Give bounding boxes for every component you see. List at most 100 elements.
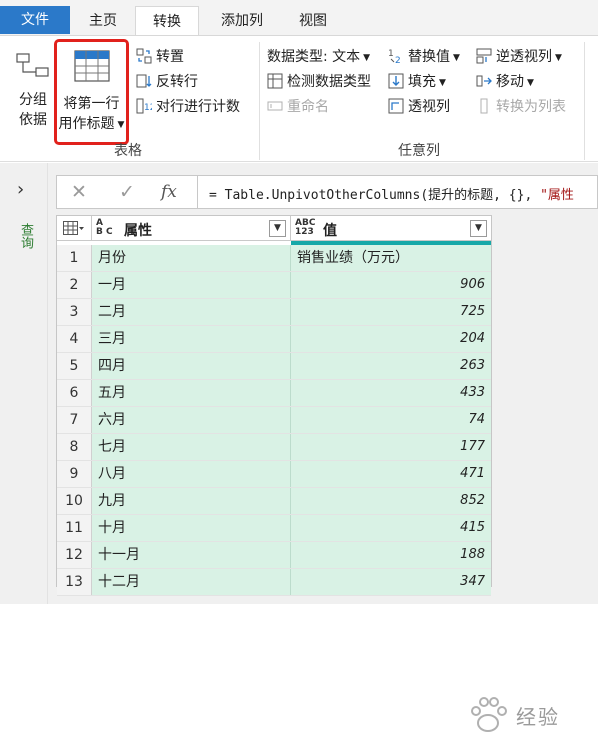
cancel-icon[interactable]: ✕	[71, 181, 87, 203]
group-by-label-2: 依据	[19, 112, 47, 128]
unpivot-columns-button[interactable]: 逆透视列 ▼	[476, 46, 562, 68]
reverse-rows-button[interactable]: 反转行	[136, 71, 198, 93]
row-number[interactable]: 13	[57, 569, 92, 595]
convert-to-list-button[interactable]: 转换为列表	[476, 96, 566, 118]
pivot-column-button[interactable]: 透视列	[388, 96, 450, 118]
table-row[interactable]: 7 六月 74	[57, 407, 491, 434]
row-number[interactable]: 10	[57, 488, 92, 514]
table-row[interactable]: 3 二月 725	[57, 299, 491, 326]
cell-value[interactable]: 263	[291, 353, 491, 379]
data-type-dropdown[interactable]: 数据类型: 文本 ▼	[267, 46, 370, 68]
table-row[interactable]: 13 十二月 347	[57, 569, 491, 596]
cell-value[interactable]: 177	[291, 434, 491, 460]
cell-value[interactable]: 188	[291, 542, 491, 568]
table-row[interactable]: 2 一月 906	[57, 272, 491, 299]
text-type-icon[interactable]: AB C	[96, 219, 113, 237]
pivot-column-icon	[388, 98, 404, 114]
cell-value[interactable]: 906	[291, 272, 491, 298]
table-row[interactable]: 8 七月 177	[57, 434, 491, 461]
row-number[interactable]: 1	[57, 245, 92, 271]
any-type-icon[interactable]: ABC 123	[295, 219, 315, 237]
replace-values-button[interactable]: 12 替换值 ▼	[388, 46, 460, 68]
tab-add-column[interactable]: 添加列	[205, 6, 279, 36]
table-row[interactable]: 12 十一月 188	[57, 542, 491, 569]
paw-logo-icon	[471, 697, 507, 732]
ribbon: 分组 依据 将第一行 用作标题▼ 转置 反转行 12 对行进行	[0, 35, 598, 162]
cell-value[interactable]: 415	[291, 515, 491, 541]
cell-attribute[interactable]: 十二月	[92, 569, 291, 595]
table-row[interactable]: 6 五月 433	[57, 380, 491, 407]
row-number[interactable]: 12	[57, 542, 92, 568]
row-number[interactable]: 5	[57, 353, 92, 379]
cell-attribute[interactable]: 十月	[92, 515, 291, 541]
column-header-attribute[interactable]: AB C 属性 ▼	[92, 216, 291, 241]
tab-view[interactable]: 视图	[285, 6, 341, 36]
formula-input[interactable]: = Table.UnpivotOtherColumns(提升的标题, {}, "…	[209, 184, 574, 203]
expand-chevron-icon[interactable]: ›	[17, 179, 24, 200]
transpose-button[interactable]: 转置	[136, 46, 184, 68]
column-header-value[interactable]: ABC 123 值 ▼	[291, 216, 491, 241]
cell-attribute[interactable]: 五月	[92, 380, 291, 406]
cell-attribute[interactable]: 八月	[92, 461, 291, 487]
cell-attribute[interactable]: 三月	[92, 326, 291, 352]
table-row[interactable]: 4 三月 204	[57, 326, 491, 353]
row-number[interactable]: 6	[57, 380, 92, 406]
use-first-row-label-2: 用作标题 ▼	[58, 116, 125, 132]
group-divider	[584, 42, 585, 160]
confirm-icon[interactable]: ✓	[119, 181, 135, 203]
row-number[interactable]: 7	[57, 407, 92, 433]
move-icon	[476, 73, 492, 89]
count-rows-button[interactable]: 12 对行进行计数	[136, 96, 240, 118]
row-number[interactable]: 3	[57, 299, 92, 325]
row-number[interactable]: 4	[57, 326, 92, 352]
row-number[interactable]: 11	[57, 515, 92, 541]
cell-value[interactable]: 433	[291, 380, 491, 406]
queries-pane-label[interactable]: 查询	[16, 223, 35, 249]
table-row[interactable]: 1 月份 销售业绩（万元）	[57, 245, 491, 272]
cell-attribute[interactable]: 四月	[92, 353, 291, 379]
tab-file[interactable]: 文件	[0, 6, 70, 34]
cell-value[interactable]: 204	[291, 326, 491, 352]
detect-data-type-icon	[267, 73, 283, 89]
cell-value[interactable]: 471	[291, 461, 491, 487]
table-menu-button[interactable]	[57, 216, 92, 241]
cell-attribute[interactable]: 二月	[92, 299, 291, 325]
grid-header: AB C 属性 ▼ ABC 123 值 ▼	[57, 216, 491, 241]
row-number[interactable]: 8	[57, 434, 92, 460]
filter-dropdown-icon[interactable]: ▼	[269, 220, 286, 237]
group-by-button[interactable]: 分组 依据	[10, 46, 56, 130]
cell-value[interactable]: 852	[291, 488, 491, 514]
convert-to-list-icon	[476, 98, 492, 114]
cell-attribute[interactable]: 月份	[92, 245, 291, 271]
cell-value[interactable]: 347	[291, 569, 491, 595]
cell-attribute[interactable]: 一月	[92, 272, 291, 298]
cell-value[interactable]: 74	[291, 407, 491, 433]
detect-data-type-button[interactable]: 检测数据类型	[267, 71, 371, 93]
use-first-row-as-headers-button[interactable]: 将第一行 用作标题 ▼	[54, 39, 129, 145]
formula-bar: ✕ ✓ fx = Table.UnpivotOtherColumns(提升的标题…	[56, 175, 598, 209]
cell-attribute[interactable]: 七月	[92, 434, 291, 460]
cell-attribute[interactable]: 九月	[92, 488, 291, 514]
data-grid: AB C 属性 ▼ ABC 123 值 ▼ 1 月份 销售业绩（万元） 2 一月 906 3 二…	[56, 215, 492, 596]
fill-down-icon	[388, 73, 404, 89]
fill-button[interactable]: 填充 ▼	[388, 71, 446, 93]
move-button[interactable]: 移动 ▼	[476, 71, 534, 93]
cell-attribute[interactable]: 六月	[92, 407, 291, 433]
fx-icon[interactable]: fx	[161, 182, 177, 202]
transpose-icon	[136, 48, 152, 64]
cell-value[interactable]: 725	[291, 299, 491, 325]
formula-bar-divider	[197, 176, 198, 208]
filter-dropdown-icon[interactable]: ▼	[470, 220, 487, 237]
tab-home[interactable]: 主页	[72, 6, 134, 36]
rename-button[interactable]: 重命名	[267, 96, 329, 118]
table-row[interactable]: 11 十月 415	[57, 515, 491, 542]
row-number[interactable]: 2	[57, 272, 92, 298]
group-by-icon	[16, 50, 50, 80]
row-number[interactable]: 9	[57, 461, 92, 487]
table-row[interactable]: 5 四月 263	[57, 353, 491, 380]
tab-transform[interactable]: 转换	[135, 6, 199, 37]
cell-attribute[interactable]: 十一月	[92, 542, 291, 568]
table-row[interactable]: 10 九月 852	[57, 488, 491, 515]
cell-value[interactable]: 销售业绩（万元）	[291, 245, 491, 271]
table-row[interactable]: 9 八月 471	[57, 461, 491, 488]
